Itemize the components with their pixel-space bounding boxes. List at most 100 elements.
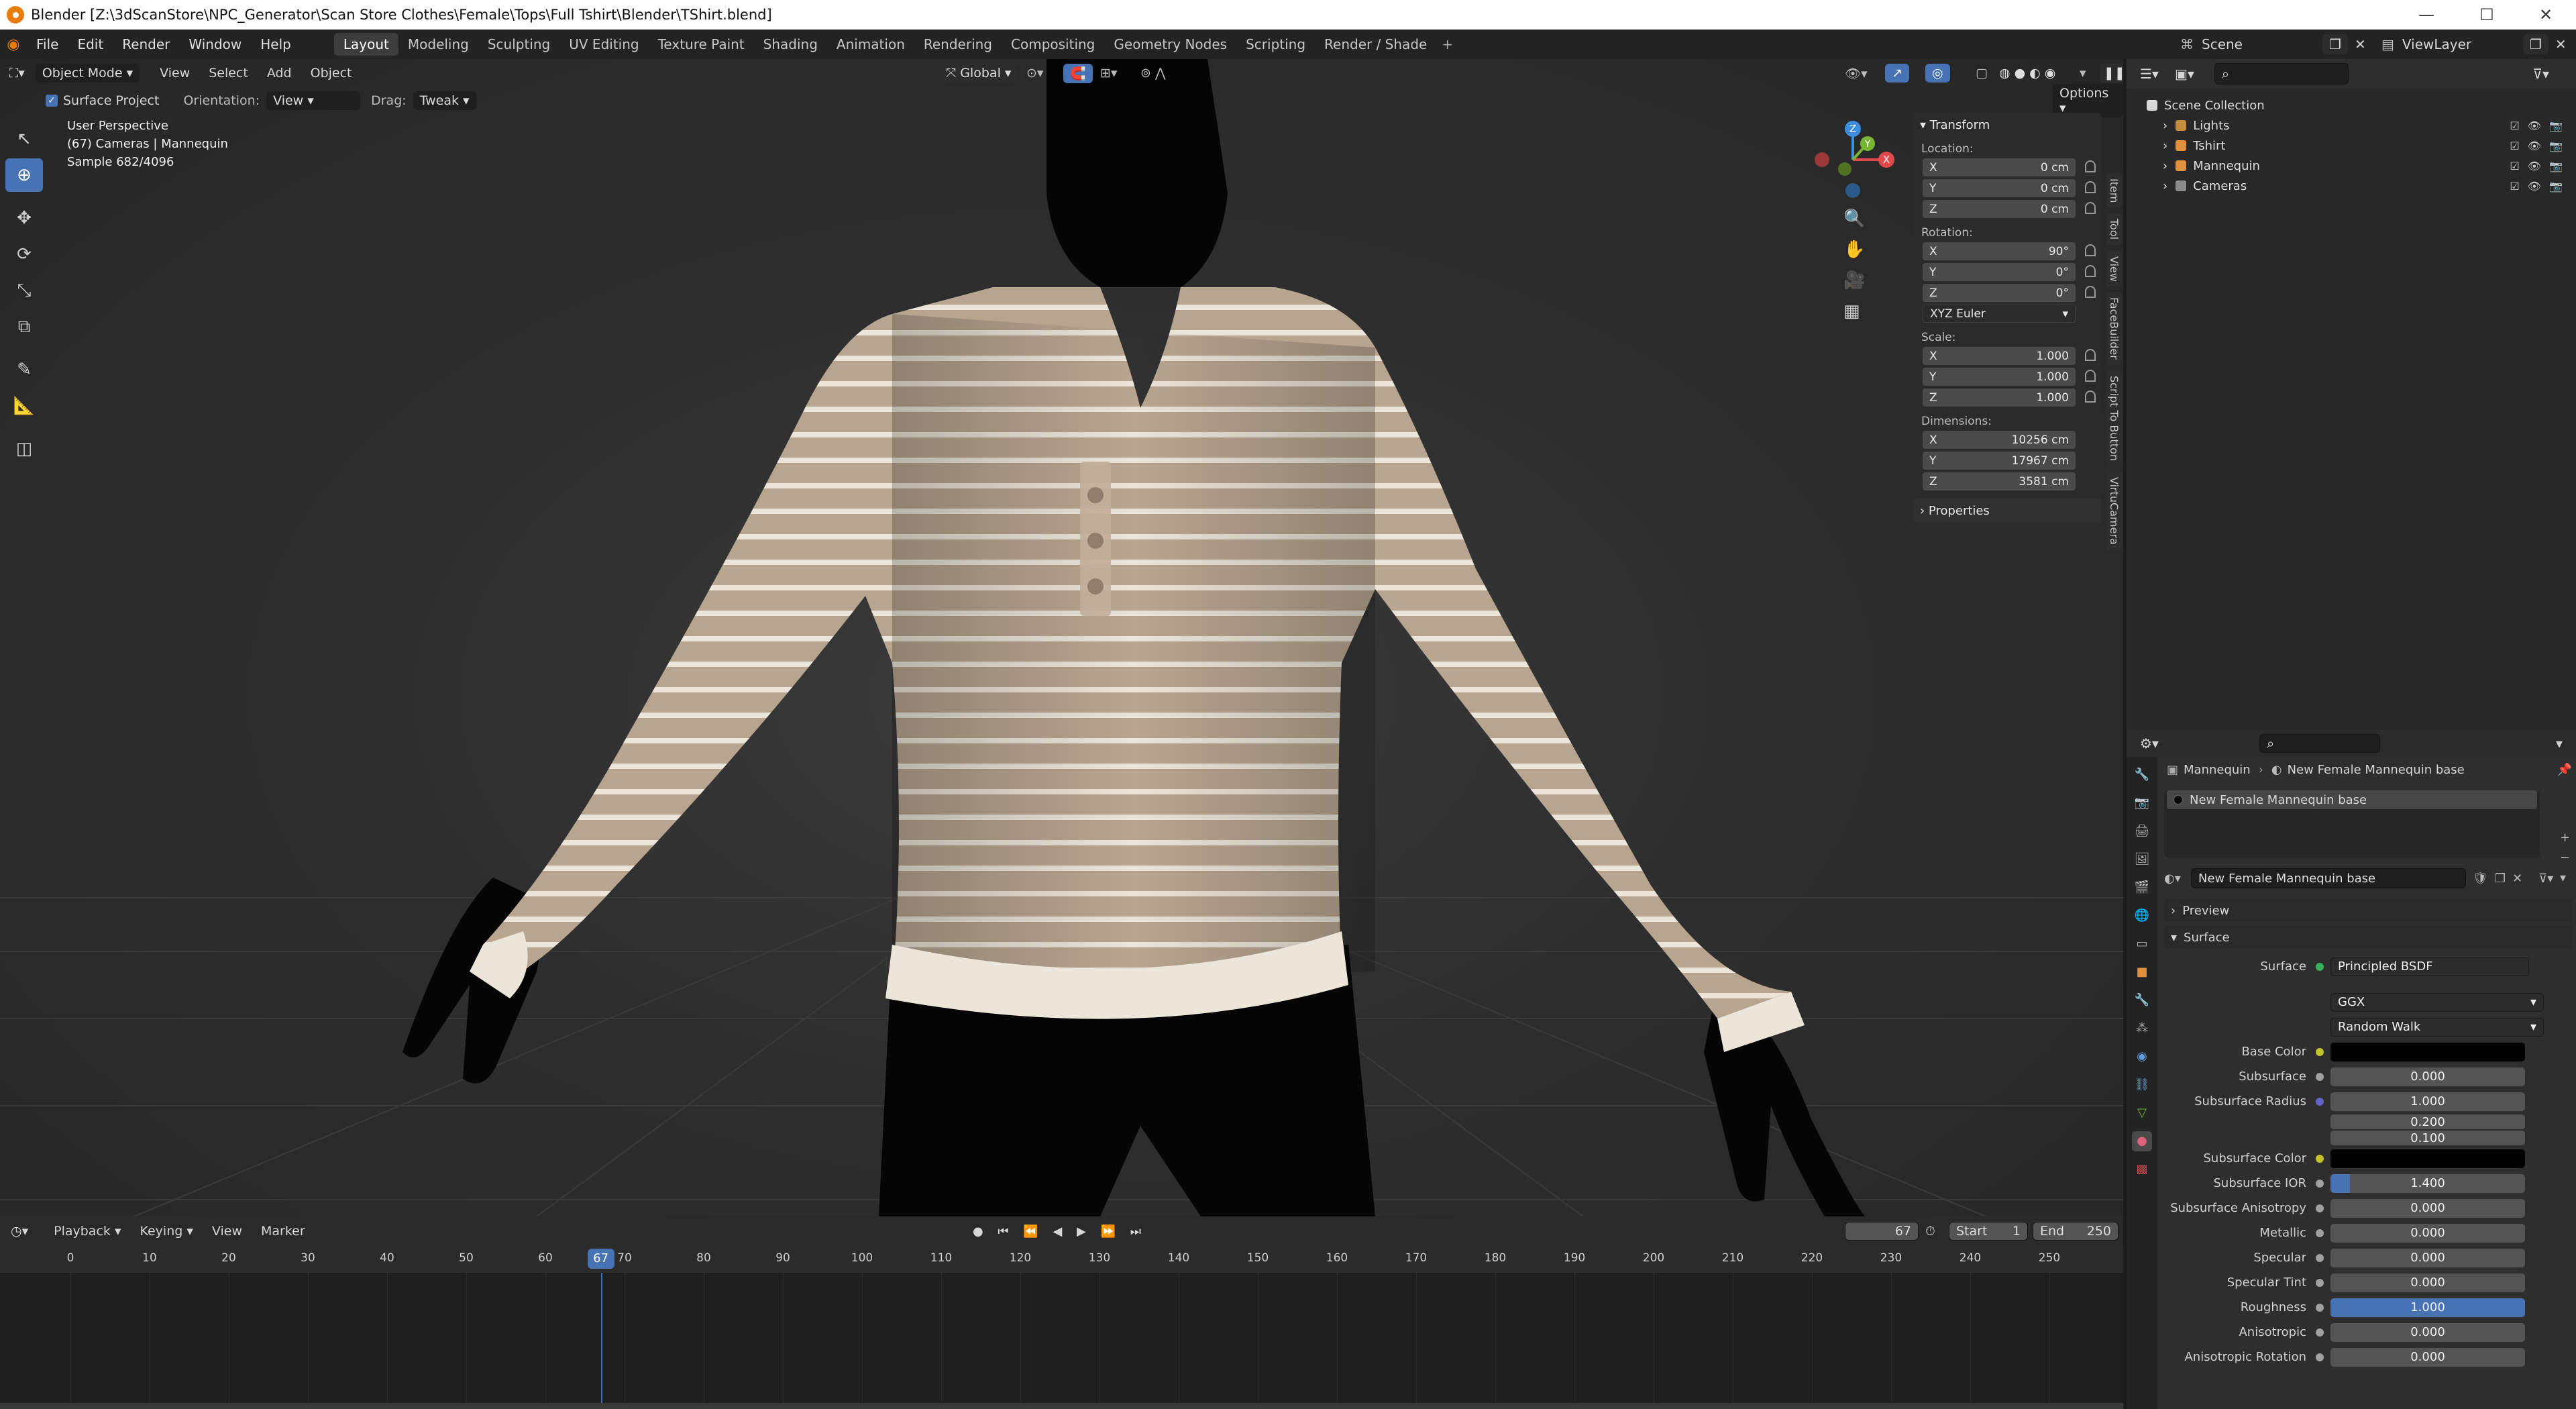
overlay-toggle-icon[interactable]: ◎ <box>1925 64 1950 83</box>
lock-icon[interactable] <box>2085 370 2096 382</box>
unlink-material-icon[interactable]: ✕ <box>2512 872 2522 886</box>
base-color-field[interactable] <box>2330 1042 2525 1061</box>
viewlayer-icon[interactable]: ▤ <box>2381 36 2394 52</box>
specular-tint-field[interactable]: 0.000 <box>2330 1273 2525 1292</box>
playback-controls[interactable]: ● ⏮ ⏪ ◀ ▶ ⏩ ⏭ <box>973 1224 1146 1239</box>
playhead[interactable]: 67 <box>587 1249 614 1269</box>
camera-view-icon[interactable]: 🎥 <box>1843 265 1905 296</box>
timeline-menu-marker[interactable]: Marker <box>252 1224 315 1239</box>
display-mode-icon[interactable]: ▣▾ <box>2175 66 2194 82</box>
eye-icon[interactable]: 👁 <box>2528 160 2541 172</box>
outliner-row-mannequin[interactable]: › Mannequin ☑ 👁 📷 <box>2147 156 2576 176</box>
subsurface-radius-field[interactable]: 1.000 <box>2330 1092 2525 1111</box>
outliner-search-input[interactable]: ⌕ <box>2214 63 2349 85</box>
lock-icon[interactable] <box>2085 244 2096 256</box>
dimensions-x-field[interactable]: X 10256 cm <box>1923 431 2076 449</box>
constraints-tab-icon[interactable]: ⛓ <box>2132 1075 2152 1095</box>
roughness-field[interactable]: 1.000 <box>2330 1298 2525 1317</box>
socket-dot-icon[interactable] <box>2316 1278 2324 1287</box>
outliner-row-tshirt[interactable]: › Tshirt ☑ 👁 📷 <box>2147 136 2576 156</box>
end-frame-field[interactable]: End 250 <box>2033 1222 2118 1241</box>
expand-arrow-icon[interactable]: › <box>2163 139 2167 153</box>
sidebar-tab-tool[interactable]: Tool <box>2106 213 2122 246</box>
menu-render[interactable]: Render <box>113 36 179 52</box>
timeline-ruler[interactable]: 0 10 20 30 40 50 60 70 80 90 100 110 120 130 140 150 160… <box>0 1246 2123 1273</box>
scale-z-field[interactable]: Z 1.000 <box>1923 388 2096 407</box>
add-slot-icon[interactable]: + <box>2560 828 2570 848</box>
timeline-menu-keying[interactable]: Keying ▾ <box>130 1224 202 1239</box>
render-tab-icon[interactable]: 📷 <box>2132 793 2152 813</box>
lock-icon[interactable] <box>2085 286 2096 298</box>
rotation-mode-dropdown[interactable]: XYZ Euler ▾ <box>1923 305 2076 323</box>
timeline-menu-view[interactable]: View <box>203 1224 252 1239</box>
viewport-menu-object[interactable]: Object <box>301 66 362 81</box>
tab-scripting[interactable]: Scripting <box>1236 33 1315 56</box>
transform-tool-icon[interactable]: ⧉ <box>5 310 43 344</box>
viewport-menu-add[interactable]: Add <box>258 66 301 81</box>
preview-panel-header[interactable]: › Preview <box>2164 899 2572 922</box>
viewport-menu-select[interactable]: Select <box>199 66 258 81</box>
current-frame-field[interactable]: 67 <box>1845 1222 1919 1241</box>
camera-icon[interactable]: 📷 <box>2549 119 2563 132</box>
navigation-gizmo[interactable]: Z X Y 🔍 ✋ 🎥 ▦ <box>1811 119 1905 321</box>
menu-edit[interactable]: Edit <box>68 36 113 52</box>
shading-mode-icons[interactable]: ◍●◐◉ <box>1999 66 2059 81</box>
lock-icon[interactable] <box>2085 202 2096 214</box>
anisotropic-field[interactable]: 0.000 <box>2330 1322 2525 1342</box>
material-link-icon[interactable]: ⊽▾ <box>2538 872 2553 886</box>
maximize-icon[interactable]: ☐ <box>2457 0 2517 30</box>
orientation-dropdown[interactable]: View ▾ <box>266 91 361 110</box>
socket-dot-icon[interactable] <box>2316 1179 2324 1188</box>
dimensions-y-field[interactable]: Y 17967 cm <box>1923 452 2076 470</box>
rotation-x-field[interactable]: X 90° <box>1923 242 2096 260</box>
sidebar-tab-item[interactable]: Item <box>2106 173 2122 209</box>
menu-help[interactable]: Help <box>251 36 301 52</box>
tab-shading[interactable]: Shading <box>754 33 827 56</box>
material-slots-list[interactable]: New Female Mannequin base <box>2164 790 2540 857</box>
scale-y-field[interactable]: Y 1.000 <box>1923 368 2096 386</box>
scene-tab-icon[interactable]: 🎬 <box>2132 878 2152 898</box>
filter-icon[interactable]: ⊽▾ <box>2532 66 2549 82</box>
rotation-y-field[interactable]: Y 0° <box>1923 263 2096 281</box>
slot-specials-icon[interactable]: ▾ <box>2560 868 2570 888</box>
modifier-tab-icon[interactable]: 🔧 <box>2132 990 2152 1010</box>
add-workspace-icon[interactable]: + <box>1442 36 1453 52</box>
camera-icon[interactable]: 📷 <box>2549 140 2563 152</box>
pivot-icon[interactable]: ⊙▾ <box>1026 66 1043 81</box>
proportional-edit-icon[interactable]: ⊚ ⋀ <box>1140 66 1166 81</box>
fake-user-icon[interactable]: 🛡 <box>2473 872 2488 886</box>
metallic-field[interactable]: 0.000 <box>2330 1223 2525 1243</box>
checkbox-icon[interactable]: ☑ <box>2510 160 2519 172</box>
properties-panel-header[interactable]: › Properties <box>1913 499 2101 523</box>
transform-panel-header[interactable]: ▾ Transform <box>1913 113 2101 137</box>
lock-icon[interactable] <box>2085 349 2096 361</box>
material-slot-row[interactable]: New Female Mannequin base <box>2167 790 2537 809</box>
timeline-scrollbar[interactable] <box>0 1403 2123 1409</box>
lock-icon[interactable] <box>2085 160 2096 172</box>
tab-compositing[interactable]: Compositing <box>1002 33 1104 56</box>
socket-dot-icon[interactable] <box>2316 1204 2324 1212</box>
3d-viewport[interactable]: ⛶▾ Object Mode ▾ View Select Add Object ⤧ G… <box>0 59 2123 1216</box>
scale-tool-icon[interactable]: ⤡ <box>5 274 43 307</box>
axis-gizmo[interactable]: Z X Y <box>1811 119 1905 200</box>
texture-tab-icon[interactable]: ▩ <box>2132 1159 2152 1180</box>
sidebar-tab-script-to-button[interactable]: Script To Button <box>2106 370 2122 467</box>
xray-icon[interactable]: ▢ <box>1976 66 1988 81</box>
output-tab-icon[interactable]: 🖨 <box>2132 821 2152 841</box>
annotate-tool-icon[interactable]: ✎ <box>5 353 43 386</box>
subsurface-radius-3-field[interactable]: 0.200 <box>2330 1114 2525 1129</box>
camera-icon[interactable]: 📷 <box>2549 180 2563 193</box>
menu-file[interactable]: File <box>27 36 68 52</box>
drag-dropdown[interactable]: Tweak ▾ <box>413 91 476 110</box>
subsurface-method-dropdown[interactable]: Random Walk ▾ <box>2330 1017 2544 1037</box>
select-tool-icon[interactable]: ↖ <box>5 122 43 156</box>
outliner-row-lights[interactable]: › Lights ☑ 👁 📷 <box>2147 115 2576 136</box>
material-tab-icon[interactable]: ● <box>2132 1131 2152 1151</box>
socket-dot-icon[interactable] <box>2316 1328 2324 1337</box>
timeline-menu-playback[interactable]: Playback ▾ <box>44 1224 130 1239</box>
lock-icon[interactable] <box>2085 390 2096 403</box>
remove-slot-icon[interactable]: − <box>2560 848 2570 868</box>
world-tab-icon[interactable]: 🌐 <box>2132 906 2152 926</box>
tab-layout[interactable]: Layout <box>333 33 398 56</box>
tab-sculpting[interactable]: Sculpting <box>478 33 559 56</box>
